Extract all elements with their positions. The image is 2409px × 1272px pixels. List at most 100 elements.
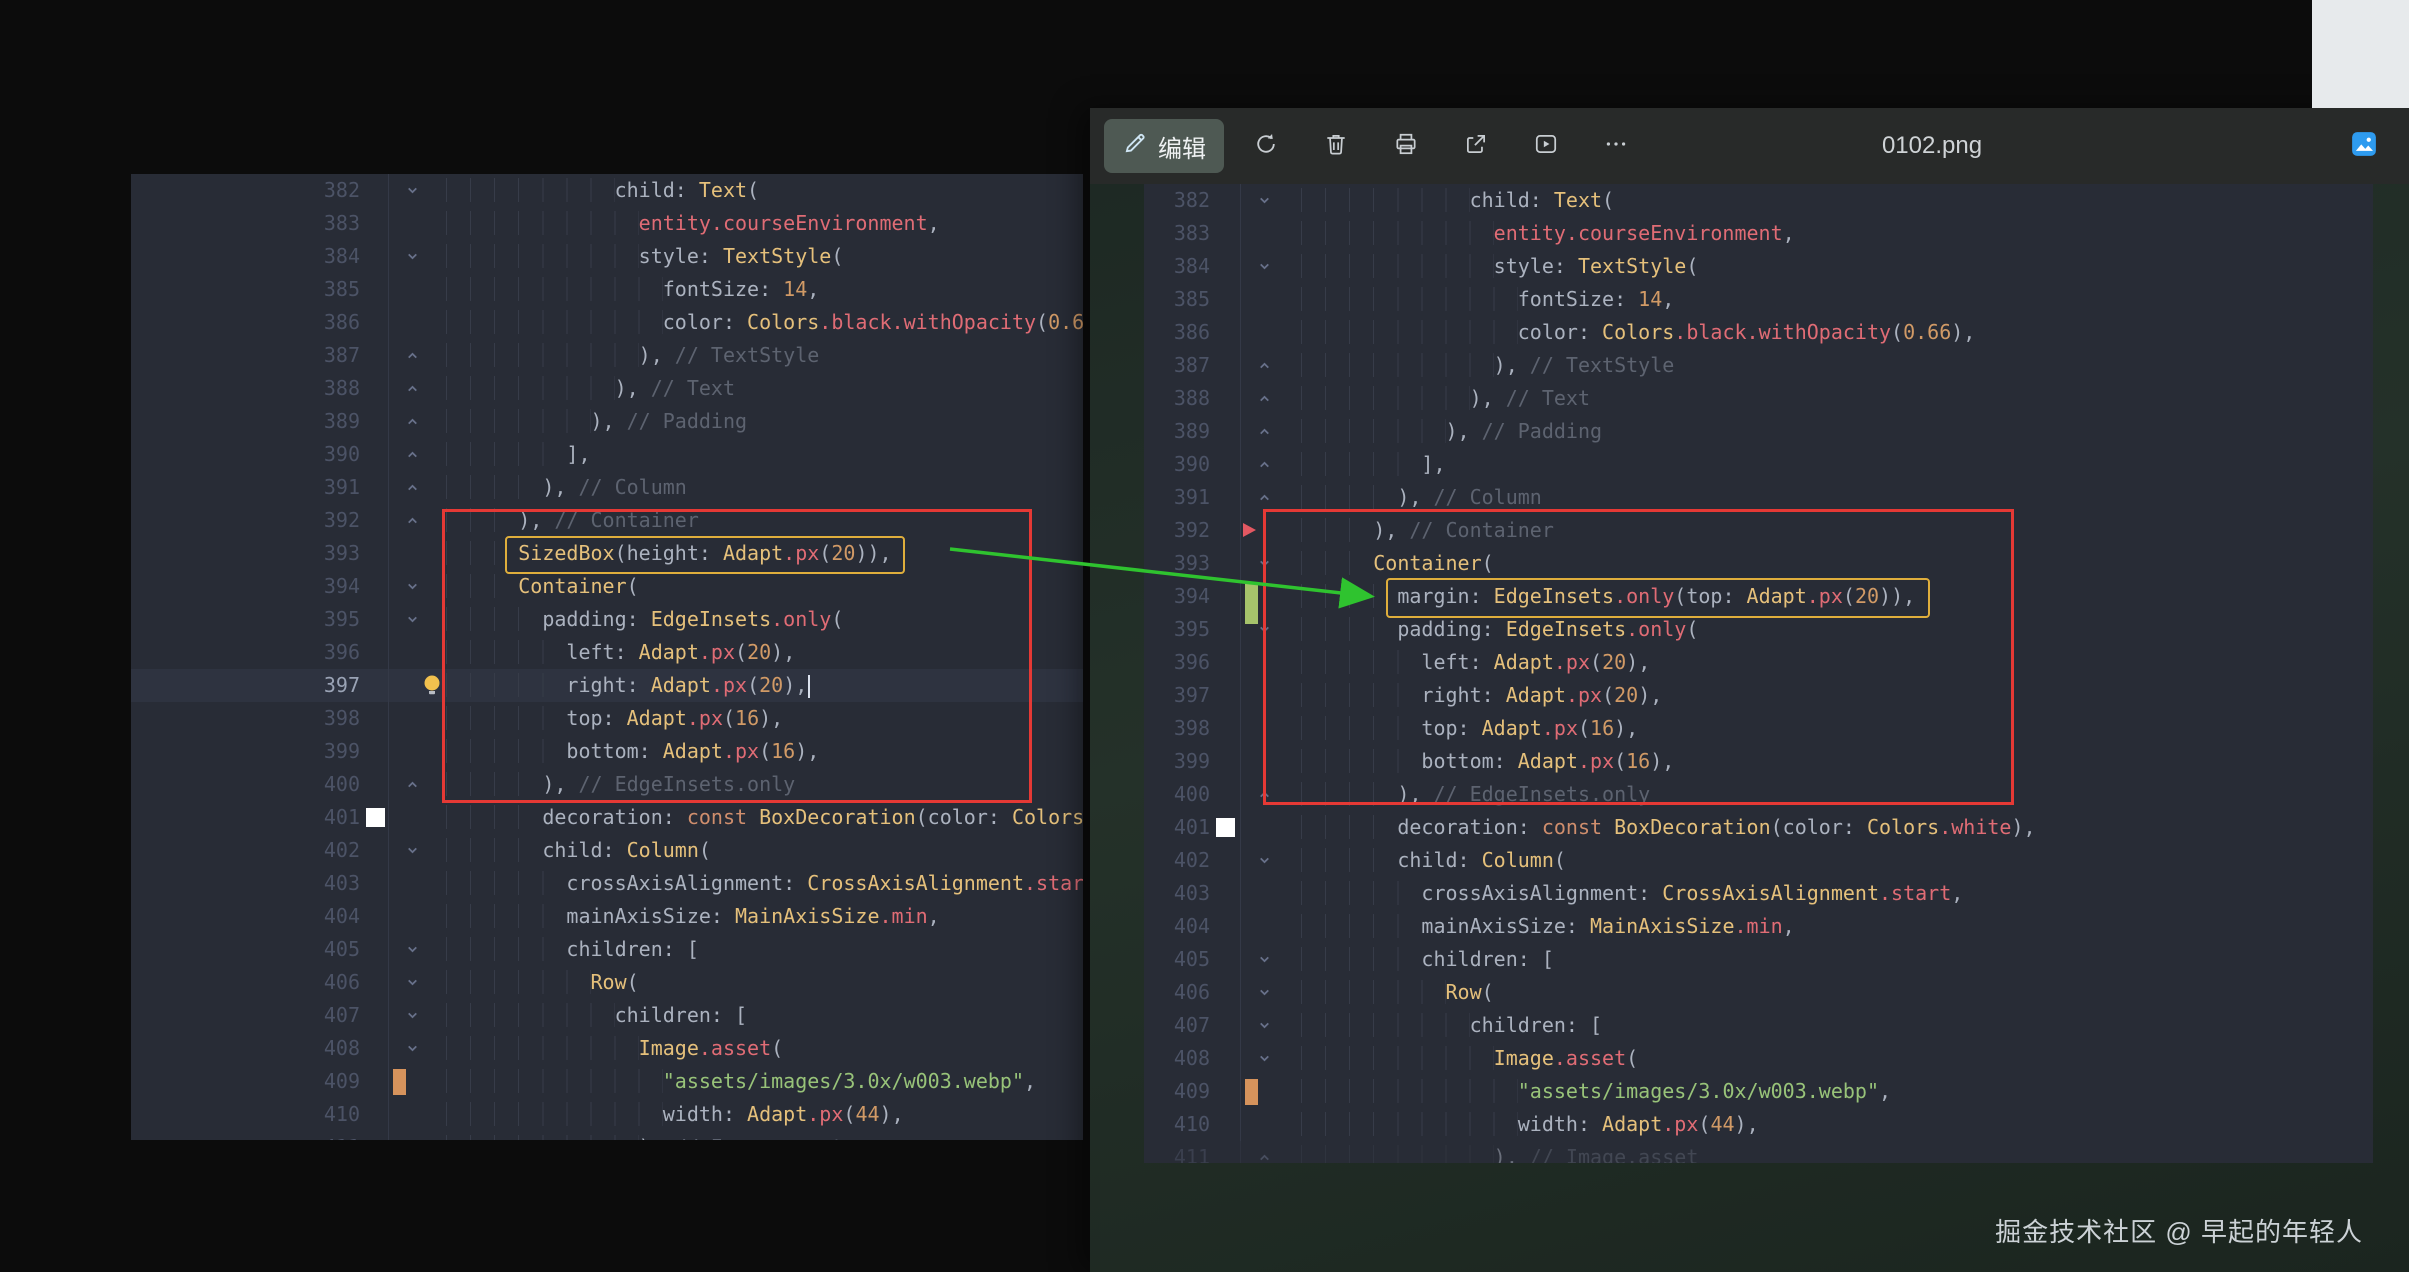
gutter-annotation-slot [1214, 349, 1240, 382]
gutter-annotation-slot [1214, 382, 1240, 415]
line-number: 395 [1144, 613, 1214, 646]
gutter-vcs-slot [1240, 877, 1301, 910]
code-line: 403 crossAxisAlignment: CrossAxisAlignme… [131, 867, 1083, 900]
gutter-vcs-slot [388, 372, 446, 405]
gutter-vcs-slot [388, 900, 446, 933]
gutter-annotation-slot [1214, 415, 1240, 448]
code-text: Container( [1301, 547, 2373, 580]
image-filename: 0102.png [1862, 108, 2002, 184]
line-number: 407 [131, 999, 364, 1032]
more-button[interactable] [1588, 119, 1644, 173]
fold-close-icon [406, 382, 419, 395]
code-line: 393 SizedBox(height: Adapt.px(20)), [131, 537, 1083, 570]
gutter-vcs-slot [1240, 844, 1301, 877]
gutter-annotation-slot [364, 702, 388, 735]
delete-icon [1323, 131, 1349, 162]
print-button[interactable] [1378, 119, 1434, 173]
line-number: 397 [131, 669, 364, 702]
gutter-vcs-slot [1240, 679, 1301, 712]
code-line: 396 left: Adapt.px(20), [131, 636, 1083, 669]
code-line: 389 ), // Padding [131, 405, 1083, 438]
line-number: 394 [1144, 580, 1214, 613]
fold-open-icon [406, 1042, 419, 1055]
gutter-annotation-slot [1214, 910, 1240, 943]
text-caret [808, 675, 810, 698]
fold-open-icon [406, 580, 419, 593]
color-preview-white [1216, 818, 1235, 837]
more-icon [1603, 131, 1629, 162]
line-number: 404 [131, 900, 364, 933]
code-line: 399 bottom: Adapt.px(16), [131, 735, 1083, 768]
fold-close-icon [1258, 788, 1271, 801]
line-number: 402 [1144, 844, 1214, 877]
code-text: entity.courseEnvironment, [446, 207, 1083, 240]
code-line: 388 ), // Text [131, 372, 1083, 405]
code-line: 410 width: Adapt.px(44), [131, 1098, 1083, 1131]
gutter-vcs-slot [388, 1032, 446, 1065]
code-text: ), // EdgeInsets.only [1301, 778, 2373, 811]
code-line: 396 left: Adapt.px(20), [1144, 646, 2373, 679]
code-line: 395 padding: EdgeInsets.only( [131, 603, 1083, 636]
code-line: 407 children: [ [1144, 1009, 2373, 1042]
gutter-vcs-slot [1240, 184, 1301, 217]
gutter-vcs-slot [388, 603, 446, 636]
line-number: 392 [131, 504, 364, 537]
gutter-annotation-slot [364, 306, 388, 339]
code-line: 409 "assets/images/3.0x/w003.webp", [1144, 1075, 2373, 1108]
photo-app-button[interactable] [2349, 108, 2379, 184]
code-text: Row( [1301, 976, 2373, 1009]
line-number: 394 [131, 570, 364, 603]
fold-open-icon [1258, 953, 1271, 966]
fold-open-icon [406, 976, 419, 989]
fold-open-icon [1258, 260, 1271, 273]
gutter-annotation-slot [364, 735, 388, 768]
line-number: 401 [131, 801, 364, 834]
line-number: 398 [131, 702, 364, 735]
code-text: ), // Column [446, 471, 1083, 504]
gutter-annotation-slot [364, 1131, 388, 1140]
gutter-annotation-slot [1214, 943, 1240, 976]
gutter-vcs-slot [1240, 976, 1301, 1009]
code-text: padding: EdgeInsets.only( [1301, 613, 2373, 646]
gutter-vcs-slot [1240, 283, 1301, 316]
gutter-annotation-slot [1214, 1075, 1240, 1108]
slideshow-button[interactable] [1518, 119, 1574, 173]
gutter-annotation-slot [364, 405, 388, 438]
gutter-annotation-slot [364, 603, 388, 636]
code-text: ), // TextStyle [446, 339, 1083, 372]
gutter-annotation-slot [1214, 547, 1240, 580]
edit-button[interactable]: 编辑 [1104, 119, 1224, 173]
desktop-corner-block [2312, 0, 2409, 108]
fold-close-icon [406, 349, 419, 362]
share-button[interactable] [1448, 119, 1504, 173]
line-number: 390 [1144, 448, 1214, 481]
gutter-annotation-slot [1214, 184, 1240, 217]
photo-app-icon [2349, 129, 2379, 164]
gutter-vcs-slot [1240, 217, 1301, 250]
code-text: ), // Container [1301, 514, 2373, 547]
gutter-vcs-slot [388, 801, 446, 834]
delete-button[interactable] [1308, 119, 1364, 173]
gutter-vcs-slot [388, 273, 446, 306]
code-line: 397 right: Adapt.px(20), [1144, 679, 2373, 712]
gutter-annotation-slot [364, 207, 388, 240]
gutter-annotation-slot [1214, 679, 1240, 712]
code-line: 383 entity.courseEnvironment, [1144, 217, 2373, 250]
code-text: style: TextStyle( [446, 240, 1083, 273]
vcs-change-marker [393, 1069, 406, 1095]
gutter-annotation-slot [1214, 1042, 1240, 1075]
line-number: 385 [1144, 283, 1214, 316]
line-number: 391 [131, 471, 364, 504]
code-text: children: [ [1301, 1009, 2373, 1042]
gutter-annotation-slot [1214, 448, 1240, 481]
code-text: margin: EdgeInsets.only(top: Adapt.px(20… [1301, 580, 2373, 613]
gutter-vcs-slot [1240, 745, 1301, 778]
code-line: 401 decoration: const BoxDecoration(colo… [131, 801, 1083, 834]
code-line: 388 ), // Text [1144, 382, 2373, 415]
code-text: ], [1301, 448, 2373, 481]
gutter-annotation-slot [364, 240, 388, 273]
rotate-button[interactable] [1238, 119, 1294, 173]
gutter-annotation-slot [1214, 646, 1240, 679]
fold-open-icon [1258, 1052, 1271, 1065]
gutter-vcs-slot [388, 537, 446, 570]
